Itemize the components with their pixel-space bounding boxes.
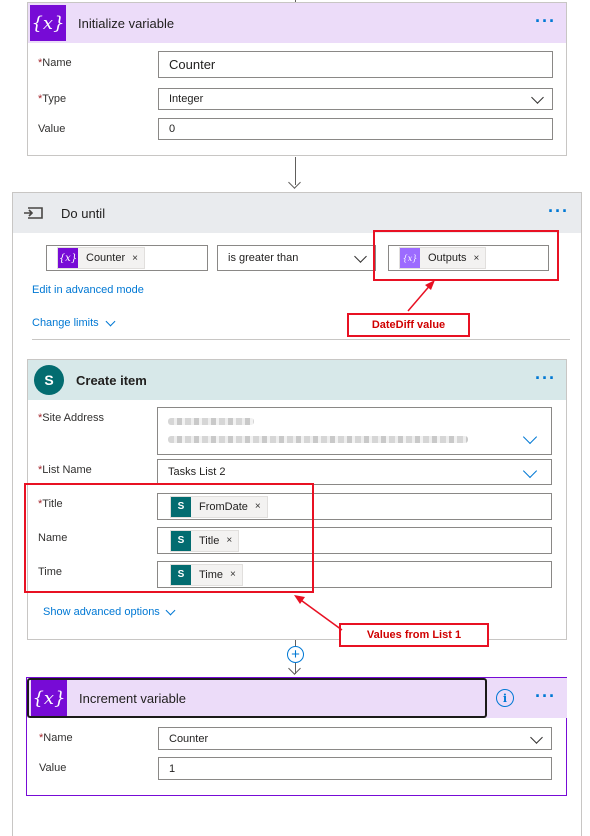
divider [32, 339, 570, 340]
sharepoint-icon: S [34, 365, 64, 395]
name-label: *Name [38, 57, 72, 69]
condition-left-field[interactable]: {x} Counter × [46, 245, 208, 271]
add-step-button[interactable]: + [287, 646, 304, 663]
do-until-header[interactable]: Do until [13, 193, 581, 233]
list-name-label: *List Name [38, 464, 92, 476]
arrow-down-icon [288, 176, 301, 189]
redacted-text [168, 418, 254, 425]
more-options-icon[interactable]: ··· [535, 368, 556, 389]
callout-arrow [294, 595, 343, 631]
type-select-value: Integer [169, 93, 204, 105]
variable-icon: {x} [30, 5, 66, 41]
value-field[interactable]: 0 [158, 118, 553, 140]
highlight-box [24, 483, 314, 593]
type-label-text: Type [42, 93, 67, 105]
chevron-down-icon [354, 250, 367, 263]
site-address-label-text: Site Address [42, 412, 105, 424]
value-field[interactable]: 1 [158, 757, 552, 780]
more-options-icon[interactable]: ··· [535, 686, 556, 707]
value-label: Value [38, 123, 66, 135]
card-title: Increment variable [79, 690, 186, 706]
list-name-label-text: List Name [42, 464, 92, 476]
variable-icon: {x} [31, 680, 67, 716]
loop-icon [15, 195, 51, 231]
card-title: Do until [61, 205, 106, 221]
info-icon[interactable]: i [496, 689, 514, 707]
variable-icon: {x} [58, 248, 78, 268]
site-address-label: *Site Address [38, 412, 104, 424]
counter-token[interactable]: {x} Counter × [57, 247, 145, 269]
operator-select[interactable]: is greater than [217, 245, 376, 271]
show-advanced-label: Show advanced options [43, 606, 160, 618]
operator-value: is greater than [228, 252, 299, 264]
initialize-variable-header[interactable]: {x} Initialize variable [28, 3, 566, 43]
name-label-text: Name [43, 732, 73, 744]
redacted-text [168, 436, 468, 443]
list-name-select[interactable]: Tasks List 2 [157, 459, 552, 485]
value-label: Value [39, 762, 67, 774]
site-address-field[interactable] [157, 407, 552, 455]
initialize-variable-card: {x} Initialize variable ··· *Name Counte… [27, 2, 567, 156]
values-callout: Values from List 1 [339, 623, 489, 647]
card-title: Initialize variable [78, 15, 175, 31]
name-label-text: Name [42, 57, 72, 69]
show-advanced-options-link[interactable]: Show advanced options [43, 605, 176, 618]
change-limits-label: Change limits [32, 317, 99, 329]
chevron-down-icon [105, 316, 116, 327]
chevron-down-icon [522, 463, 538, 479]
selected-header-outline: {x} Increment variable [27, 678, 487, 718]
chevron-down-icon [165, 605, 176, 616]
edit-advanced-mode-link[interactable]: Edit in advanced mode [32, 284, 144, 296]
datediff-callout: DateDiff value [347, 313, 470, 337]
more-options-icon[interactable]: ··· [548, 201, 569, 222]
highlight-box [373, 230, 559, 281]
remove-token-icon[interactable]: × [132, 253, 138, 264]
create-item-header[interactable]: S Create item [28, 360, 566, 400]
increment-variable-card: {x} Increment variable i ··· *Name Count… [26, 677, 567, 796]
name-field[interactable]: Counter [158, 51, 553, 78]
more-options-icon[interactable]: ··· [535, 11, 556, 32]
card-title: Create item [76, 372, 147, 388]
chevron-down-icon [522, 429, 538, 445]
callout-arrow [407, 280, 435, 312]
type-label: *Type [38, 93, 66, 105]
chevron-down-icon [530, 731, 543, 744]
name-select[interactable]: Counter [158, 727, 552, 750]
name-label: *Name [39, 732, 73, 744]
list-name-value: Tasks List 2 [168, 466, 226, 478]
token-label: Counter [86, 252, 126, 264]
change-limits-link[interactable]: Change limits [32, 316, 116, 329]
chevron-down-icon [531, 91, 544, 104]
name-select-value: Counter [169, 732, 209, 745]
type-select[interactable]: Integer [158, 88, 553, 110]
